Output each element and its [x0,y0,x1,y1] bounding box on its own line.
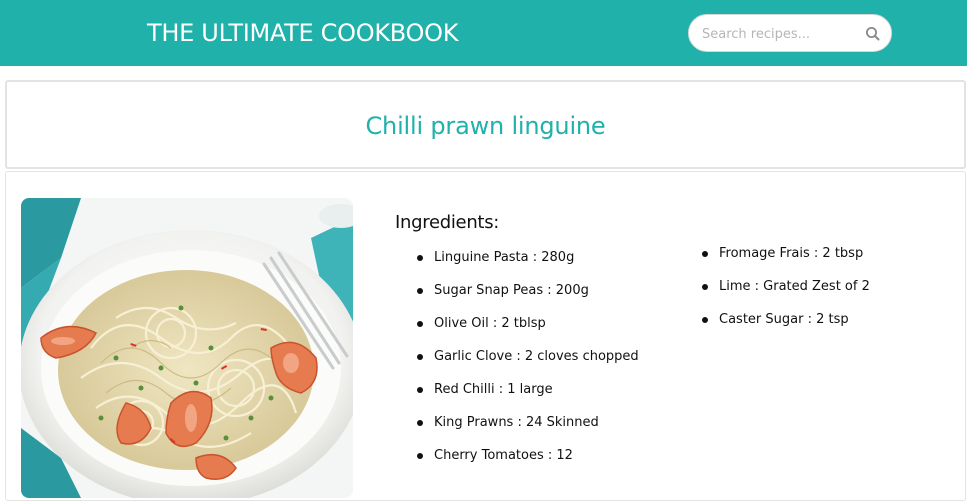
bullet-icon [702,251,708,257]
search-icon [863,24,883,44]
list-item: Fromage Frais : 2 tbsp [680,244,870,277]
ingredient-text: Garlic Clove : 2 cloves chopped [434,349,639,364]
list-item: Linguine Pasta : 280g [395,248,639,281]
bullet-icon [417,255,423,261]
ingredient-text: Caster Sugar : 2 tsp [719,312,849,327]
ingredient-text: Red Chilli : 1 large [434,382,553,397]
bullet-icon [417,288,423,294]
bullet-icon [417,387,423,393]
bullet-icon [417,420,423,426]
recipe-title: Chilli prawn linguine [365,112,606,140]
ingredients-list-2: Fromage Frais : 2 tbsp Lime : Grated Zes… [680,244,870,343]
recipe-content-card: Ingredients: Linguine Pasta : 280g Sugar… [5,171,966,501]
ingredients-list-1: Linguine Pasta : 280g Sugar Snap Peas : … [395,248,639,479]
site-brand[interactable]: THE ULTIMATE COOKBOOK [147,17,458,49]
list-item: Red Chilli : 1 large [395,380,639,413]
list-item: Olive Oil : 2 tblsp [395,314,639,347]
ingredient-text: Linguine Pasta : 280g [434,250,575,265]
ingredient-text: Cherry Tomatoes : 12 [434,448,573,463]
list-item: Sugar Snap Peas : 200g [395,281,639,314]
search-box [688,14,892,52]
recipe-image [21,198,353,498]
ingredient-text: Olive Oil : 2 tblsp [434,316,546,331]
list-item: Caster Sugar : 2 tsp [680,310,870,343]
list-item: Cherry Tomatoes : 12 [395,446,639,479]
list-item: Lime : Grated Zest of 2 [680,277,870,310]
bullet-icon [702,284,708,290]
ingredient-text: King Prawns : 24 Skinned [434,415,599,430]
search-button[interactable] [863,24,883,44]
ingredient-text: Sugar Snap Peas : 200g [434,283,589,298]
list-item: King Prawns : 24 Skinned [395,413,639,446]
top-navbar: THE ULTIMATE COOKBOOK [0,0,967,66]
bullet-icon [702,317,708,323]
bullet-icon [417,321,423,327]
list-item: Garlic Clove : 2 cloves chopped [395,347,639,380]
ingredient-text: Fromage Frais : 2 tbsp [719,246,864,261]
search-input[interactable] [702,24,852,44]
recipe-title-card: Chilli prawn linguine [5,80,966,169]
ingredient-text: Lime : Grated Zest of 2 [719,279,870,294]
bullet-icon [417,453,423,459]
bullet-icon [417,354,423,360]
ingredients-heading: Ingredients: [395,212,500,233]
